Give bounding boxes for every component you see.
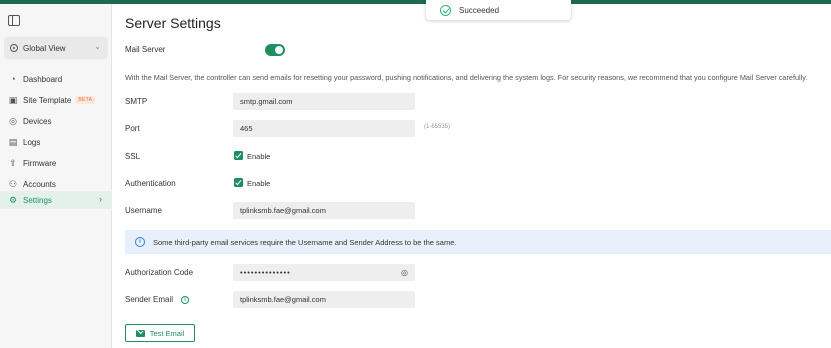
toast-message: Succeeded [459,5,500,15]
mail-server-description: With the Mail Server, the controller can… [125,73,808,82]
test-email-button[interactable]: Test Email [125,324,195,342]
sidebar-item-label: Devices [23,116,52,126]
sidebar-item-devices[interactable]: ◎ Devices [0,112,112,130]
test-email-button-label: Test Email [149,328,185,338]
accounts-icon: ⚇ [8,179,18,189]
info-icon: i [135,237,145,247]
location-pin-icon [10,44,18,52]
site-selector[interactable]: Global View ⌄ [4,37,108,59]
page-title: Server Settings [125,15,221,31]
dashboard-icon: ◔ [10,74,16,84]
info-banner-text: Some third-party email services require … [153,237,457,247]
sidebar-item-logs[interactable]: ▤ Logs [0,133,112,151]
sidebar-item-label: Settings [23,195,52,205]
info-banner: i Some third-party email services requir… [125,230,831,254]
username-label: Username [125,206,162,215]
sidebar-item-label: Logs [23,137,41,147]
sender-email-label: Sender Email i [125,295,190,304]
authentication-checkbox-label: Enable [247,179,271,188]
site-selector-label: Global View [23,43,66,53]
chevron-down-icon: ⌄ [94,42,101,51]
smtp-input[interactable] [233,93,415,110]
chevron-right-icon: › [99,194,102,204]
username-input[interactable] [233,202,415,219]
port-label: Port [125,124,140,133]
settings-icon: ⚙ [8,195,18,205]
sender-email-label-text: Sender Email [125,295,174,304]
sidebar-item-firmware[interactable]: ⇪ Firmware [0,154,112,172]
sidebar-item-label: Firmware [23,158,57,168]
ssl-label: SSL [125,152,141,161]
sidebar-item-settings[interactable]: ⚙ Settings › [0,191,112,209]
port-input[interactable] [233,120,415,137]
authorization-code-label: Authorization Code [125,268,194,277]
mail-icon [135,329,145,337]
sender-email-input[interactable] [233,291,415,308]
site-template-icon: ▣ [8,95,18,105]
mail-server-toggle[interactable] [265,44,285,56]
firmware-icon: ⇪ [9,158,17,168]
devices-icon: ◎ [9,116,17,126]
authorization-code-input[interactable]: •••••••••••••• [233,264,415,281]
sidebar-item-label: Dashboard [23,74,63,84]
mail-server-label: Mail Server [125,45,166,54]
info-icon[interactable]: i [181,295,190,304]
success-toast: Succeeded [426,0,571,20]
eye-off-icon[interactable]: ◎ [401,268,408,277]
ssl-checkbox-label: Enable [247,152,271,161]
authentication-checkbox[interactable] [234,178,243,187]
check-circle-icon [440,4,451,16]
authentication-label: Authentication [125,179,176,188]
top-accent-bar [0,0,831,4]
sidebar-item-dashboard[interactable]: ◔ Dashboard [0,70,112,88]
ssl-checkbox[interactable] [234,151,243,160]
port-range-hint: (1-65535) [424,124,451,130]
sidebar-item-label: Site Template [23,95,72,105]
logs-icon: ▤ [8,137,18,147]
sidebar: Global View ⌄ ◔ Dashboard ▣ Site Templat… [0,4,112,348]
sidebar-toggle-icon[interactable] [8,15,20,26]
smtp-label: SMTP [125,97,148,106]
sidebar-item-label: Accounts [23,179,56,189]
sidebar-item-site-template[interactable]: ▣ Site Template BETA [0,91,112,109]
beta-badge: BETA [75,96,96,104]
